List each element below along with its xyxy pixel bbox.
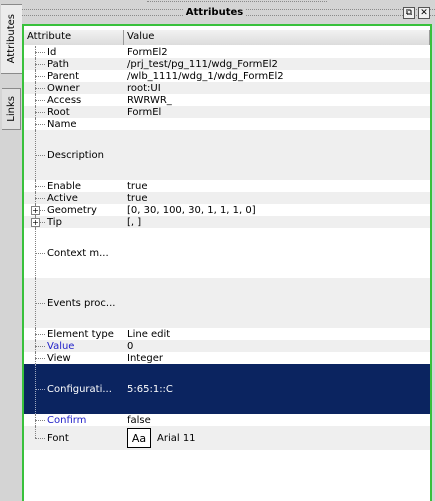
float-button[interactable]: ⧉: [403, 7, 415, 19]
attribute-tree: Id FormEl2 Path /prj_test/pg_111/wdg_For…: [24, 46, 430, 450]
tab-attributes[interactable]: Attributes: [1, 4, 22, 74]
attribute-name: Font: [47, 432, 69, 444]
dock-title-bar[interactable]: Attributes ⧉ ✕: [22, 1, 435, 22]
close-button[interactable]: ✕: [418, 7, 430, 19]
column-header-value[interactable]: Value: [124, 30, 430, 45]
attribute-value: false: [127, 414, 151, 426]
table-row[interactable]: Confirm false: [24, 414, 430, 426]
attribute-value: Integer: [127, 352, 163, 364]
attribute-value: /wlb_1111/wdg_1/wdg_FormEl2: [127, 70, 284, 82]
attribute-value: RWRWR_: [127, 94, 172, 106]
attribute-name: Context m...: [47, 247, 109, 259]
attribute-value: [124, 278, 430, 328]
attribute-name: Name: [47, 118, 77, 130]
attribute-value: FormEl2: [127, 46, 168, 58]
dock-title: Attributes: [22, 7, 407, 18]
float-icon: ⧉: [405, 8, 413, 18]
expand-icon[interactable]: +: [31, 206, 40, 215]
drag-grip-top: [147, 1, 327, 3]
column-header-attribute[interactable]: Attribute: [24, 30, 124, 45]
table-row[interactable]: Owner root:UI: [24, 82, 430, 94]
table-row[interactable]: + Geometry [0, 30, 100, 30, 1, 1, 1, 0]: [24, 204, 430, 216]
attribute-name: Confirm: [47, 414, 87, 426]
expand-icon[interactable]: +: [31, 218, 40, 227]
attribute-value: [, ]: [127, 216, 142, 228]
attribute-value: Line edit: [127, 328, 171, 340]
table-row[interactable]: Name: [24, 118, 430, 130]
table-header: Attribute Value: [24, 30, 430, 45]
attribute-value: [124, 130, 430, 180]
table-row[interactable]: Value 0: [24, 340, 430, 352]
tab-links[interactable]: Links: [2, 88, 21, 130]
attribute-name: Active: [47, 192, 78, 204]
attribute-value: [124, 228, 430, 278]
table-row[interactable]: Enable true: [24, 180, 430, 192]
attributes-panel: Attribute Value Id FormEl2 Path /prj_tes…: [22, 24, 432, 501]
table-row[interactable]: + Tip [, ]: [24, 216, 430, 228]
attribute-value: [0, 30, 100, 30, 1, 1, 1, 0]: [127, 204, 256, 216]
attribute-name: View: [47, 352, 71, 364]
table-row[interactable]: Path /prj_test/pg_111/wdg_FormEl2: [24, 58, 430, 70]
table-row[interactable]: Description: [24, 130, 430, 180]
attribute-name: Id: [47, 46, 57, 58]
table-row[interactable]: View Integer: [24, 352, 430, 364]
attribute-name: Value: [47, 340, 75, 352]
attribute-name: Geometry: [47, 204, 97, 216]
table-row[interactable]: Root FormEl: [24, 106, 430, 118]
attribute-value: 5:65:1::C: [127, 383, 173, 395]
table-row[interactable]: Active true: [24, 192, 430, 204]
attribute-name: Access: [47, 94, 82, 106]
attribute-name: Root: [47, 106, 70, 118]
attribute-value: root:UI: [127, 82, 161, 94]
attribute-value: 0: [127, 340, 134, 352]
attribute-name: Parent: [47, 70, 80, 82]
attribute-value: true: [127, 192, 148, 204]
table-row[interactable]: Id FormEl2: [24, 46, 430, 58]
attribute-value: Arial 11: [157, 432, 196, 444]
table-row[interactable]: Element type Line edit: [24, 328, 430, 340]
tab-links-label: Links: [5, 96, 17, 122]
attribute-name: Owner: [47, 82, 80, 94]
table-row[interactable]: Font Aa Arial 11: [24, 426, 430, 450]
side-tab-strip: Attributes Links: [0, 0, 22, 501]
attribute-name: Description: [47, 149, 104, 161]
attribute-value: FormEl: [127, 106, 162, 118]
table-row[interactable]: Events proc...: [24, 278, 430, 328]
table-row-selected[interactable]: Configurati... 5:65:1::C: [24, 364, 430, 414]
attribute-name: Events proc...: [47, 297, 116, 309]
attribute-value: [124, 118, 430, 130]
tab-attributes-label: Attributes: [6, 14, 17, 64]
attribute-name: Path: [47, 58, 69, 70]
table-row[interactable]: Context m...: [24, 228, 430, 278]
font-preview-swatch[interactable]: Aa: [127, 428, 151, 448]
attribute-name: Enable: [47, 180, 82, 192]
table-row[interactable]: Access RWRWR_: [24, 94, 430, 106]
attribute-value: true: [127, 180, 148, 192]
attribute-value: /prj_test/pg_111/wdg_FormEl2: [127, 58, 278, 70]
table-row[interactable]: Parent /wlb_1111/wdg_1/wdg_FormEl2: [24, 70, 430, 82]
attribute-name: Element type: [47, 328, 114, 340]
attribute-name: Configurati...: [47, 383, 112, 395]
close-icon: ✕: [420, 8, 428, 18]
attribute-name: Tip: [47, 216, 62, 228]
